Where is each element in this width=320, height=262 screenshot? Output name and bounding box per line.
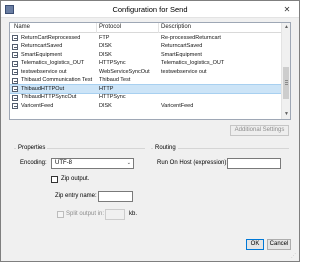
split-output-checkbox[interactable] <box>57 211 64 218</box>
row-name: Telematics_logistics_OUT <box>21 60 85 66</box>
table-row[interactable]: testwebservice out WebServiceSyncOut testw… <box>10 68 282 76</box>
row-name: testwebservice out <box>21 68 67 75</box>
close-icon[interactable]: ✕ <box>279 4 295 15</box>
split-output-label: Split output in: <box>66 211 105 217</box>
encoding-select[interactable]: UTF-8 ⌄ <box>51 158 134 169</box>
row-description: ReturncartSaved <box>161 43 203 49</box>
encoding-selected-value: UTF-8 <box>55 160 72 166</box>
row-name: ReturncartSaved <box>21 43 63 49</box>
table-row[interactable]: ReturnCartReprocessed FTP Re-processedRetu… <box>10 34 282 42</box>
send-config-icon <box>12 35 18 41</box>
additional-settings-button[interactable]: Additional Settings <box>230 125 289 136</box>
dialog-window: Configuration for Send ✕ Name Protocol D… <box>0 0 300 262</box>
row-protocol: DISK <box>99 51 112 58</box>
row-name: ReturnCartReprocessed <box>21 34 81 41</box>
split-size-input[interactable] <box>105 209 125 220</box>
column-separator[interactable] <box>158 23 159 33</box>
send-config-icon <box>12 69 18 75</box>
row-description: testwebservice out <box>161 68 207 75</box>
table-row[interactable]: Telematics_logistics_OUT HTTPSync Telemati… <box>10 60 282 68</box>
table-row[interactable]: VaricentFeed DISK VaricentFeed <box>10 102 282 110</box>
row-name: VaricentFeed <box>21 102 54 109</box>
window-title: Configuration for Send <box>112 5 188 14</box>
row-description: SmartEquipment <box>161 51 202 58</box>
row-protocol: DISK <box>99 43 112 49</box>
row-protocol: Thibaud Test <box>99 77 131 83</box>
properties-group-title: Properties <box>16 145 48 151</box>
row-name: Thibaud Communication Test <box>21 77 93 83</box>
send-config-icon <box>12 86 18 92</box>
column-header-description[interactable]: Description <box>161 24 191 30</box>
send-config-icon <box>12 103 18 109</box>
row-protocol: HTTPSync <box>99 60 126 66</box>
vertical-scrollbar[interactable]: ▲ ▼ <box>281 23 290 119</box>
row-description: Telematics_logistics_OUT <box>161 60 225 66</box>
chevron-down-icon: ⌄ <box>126 160 131 166</box>
zip-output-label[interactable]: Zip output. <box>61 176 89 182</box>
zip-entry-input[interactable] <box>98 191 133 202</box>
title-bar: Configuration for Send ✕ <box>1 1 299 18</box>
routing-group: Routing <box>151 145 289 151</box>
row-description: VaricentFeed <box>161 102 194 109</box>
send-config-icon <box>12 94 18 101</box>
row-protocol: HTTP <box>99 85 114 92</box>
table-row[interactable]: ThibaudHTTPOut HTTP <box>10 84 283 94</box>
split-unit-label: kb. <box>129 211 138 217</box>
send-config-list[interactable]: Name Protocol Description ReturnCartRepr… <box>9 22 291 120</box>
send-config-icon <box>12 60 18 67</box>
scroll-up-icon[interactable]: ▲ <box>282 23 290 32</box>
row-protocol: HTTPSync <box>99 94 126 100</box>
grip-line <box>285 82 288 83</box>
encoding-label: Encoding: <box>20 160 47 166</box>
scroll-thumb[interactable] <box>283 67 289 99</box>
zip-entry-label: Zip entry name: <box>55 193 97 199</box>
row-name: ThibaudHTTPSyncOut <box>21 94 77 100</box>
cancel-button[interactable]: Cancel <box>267 239 291 250</box>
zip-output-checkbox[interactable] <box>51 176 58 183</box>
send-config-icon <box>12 43 18 50</box>
table-row[interactable]: SmartEquipment DISK SmartEquipment <box>10 51 282 59</box>
ok-button[interactable]: OK <box>246 239 264 250</box>
run-on-host-input[interactable] <box>227 158 281 169</box>
send-config-icon <box>12 77 18 84</box>
column-header-name[interactable]: Name <box>14 24 30 30</box>
row-protocol: WebServiceSyncOut <box>99 68 150 75</box>
table-row[interactable]: Thibaud Communication Test Thibaud Test <box>10 77 282 85</box>
table-row[interactable]: ThibaudHTTPSyncOut HTTPSync <box>10 94 282 102</box>
table-row[interactable]: ReturncartSaved DISK ReturncartSaved <box>10 43 282 51</box>
properties-group: Properties <box>14 145 145 151</box>
list-header: Name Protocol Description <box>10 23 282 33</box>
row-name: SmartEquipment <box>21 51 62 58</box>
row-protocol: FTP <box>99 34 110 41</box>
row-name: ThibaudHTTPOut <box>21 85 65 92</box>
run-on-host-label: Run On Host (expression): <box>157 160 229 166</box>
scroll-down-icon[interactable]: ▼ <box>282 110 290 119</box>
column-header-protocol[interactable]: Protocol <box>99 24 121 30</box>
row-protocol: DISK <box>99 102 112 109</box>
grip-line <box>285 84 288 85</box>
send-config-icon <box>12 52 18 58</box>
routing-group-title: Routing <box>153 145 178 151</box>
grip-line <box>285 80 288 81</box>
column-separator[interactable] <box>96 23 97 33</box>
resize-grip-icon[interactable]: ⋰ <box>291 253 297 259</box>
row-description: Re-processedReturncart <box>161 34 221 41</box>
